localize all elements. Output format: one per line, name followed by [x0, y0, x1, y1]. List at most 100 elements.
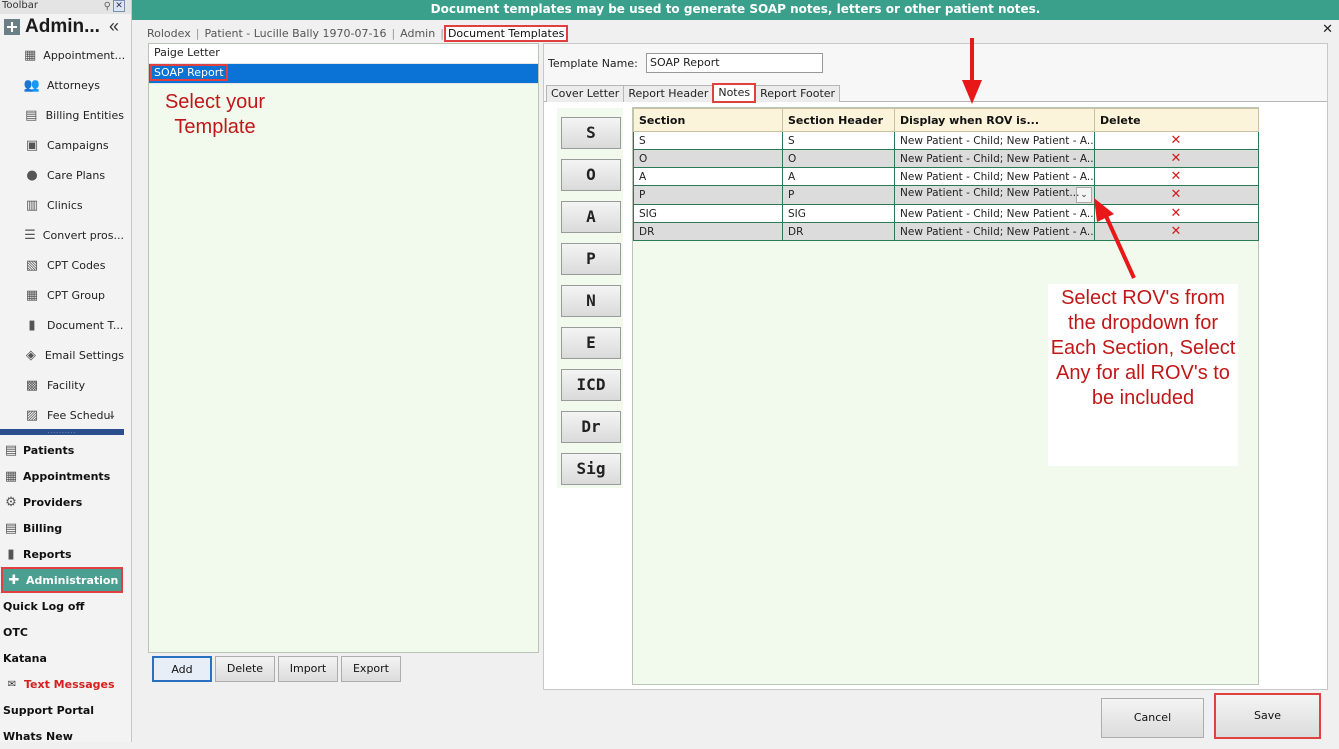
- admin-item-document-t[interactable]: ▮ Document T...: [0, 310, 124, 340]
- admin-item-label: Campaigns: [47, 138, 109, 152]
- admin-item-attorneys[interactable]: 👥 Attorneys: [0, 70, 124, 100]
- nav-otc[interactable]: OTC: [0, 619, 128, 645]
- nav-splitter[interactable]: ..........: [0, 429, 124, 435]
- section-button-o[interactable]: O: [561, 159, 621, 191]
- add-button[interactable]: Add: [152, 656, 212, 682]
- delete-icon[interactable]: ✕: [1171, 133, 1182, 148]
- admin-section-header[interactable]: Admin... «: [0, 14, 131, 40]
- nav-whats-new[interactable]: Whats New: [0, 723, 128, 749]
- delete-cell[interactable]: ✕: [1094, 222, 1259, 241]
- admin-item-email-settings[interactable]: ◈ Email Settings: [0, 340, 124, 370]
- admin-item-cpt-group[interactable]: ▦ CPT Group: [0, 280, 124, 310]
- delete-icon[interactable]: ✕: [1171, 169, 1182, 184]
- template-item-paige-letter[interactable]: Paige Letter: [149, 44, 538, 64]
- section-button-sig[interactable]: Sig: [561, 453, 621, 485]
- section-button-n[interactable]: N: [561, 285, 621, 317]
- toolbar-close-icon[interactable]: ✕: [113, 0, 125, 12]
- close-icon[interactable]: ✕: [1322, 22, 1333, 37]
- section-cell[interactable]: S: [633, 131, 783, 150]
- delete-icon[interactable]: ✕: [1171, 224, 1182, 239]
- collapse-icon[interactable]: «: [109, 16, 119, 37]
- section-button-a[interactable]: A: [561, 201, 621, 233]
- admin-item-appointment[interactable]: ▦ Appointment...: [0, 40, 124, 70]
- export-button[interactable]: Export: [341, 656, 401, 682]
- section-header-cell[interactable]: O: [782, 149, 895, 168]
- section-header-cell[interactable]: P: [782, 185, 895, 205]
- admin-item-label: Clinics: [47, 198, 83, 212]
- column-header-delete[interactable]: Delete: [1094, 108, 1259, 132]
- admin-item-label: CPT Group: [47, 288, 106, 302]
- rov-cell[interactable]: New Patient - Child; New Patient - A...: [894, 131, 1095, 150]
- rov-cell[interactable]: New Patient - Child; New Patient - A...: [894, 222, 1095, 241]
- nav-appointments[interactable]: ▦ Appointments: [0, 463, 128, 489]
- breadcrumb-patient[interactable]: Patient - Lucille Bally 1970-07-16: [199, 27, 391, 40]
- section-cell[interactable]: DR: [633, 222, 783, 241]
- tab-report-footer[interactable]: Report Footer: [755, 85, 841, 102]
- delete-cell[interactable]: ✕: [1094, 131, 1259, 150]
- section-header-cell[interactable]: A: [782, 167, 895, 186]
- section-cell[interactable]: P: [633, 185, 783, 205]
- delete-icon[interactable]: ✕: [1171, 151, 1182, 166]
- admin-item-clinics[interactable]: ▥ Clinics: [0, 190, 124, 220]
- save-button[interactable]: Save: [1214, 693, 1321, 739]
- nav-reports[interactable]: ▮ Reports: [0, 541, 128, 567]
- delete-icon[interactable]: ✕: [1171, 206, 1182, 221]
- admin-item-label: Document T...: [47, 318, 124, 332]
- admin-item-facility[interactable]: ▩ Facility: [0, 370, 124, 400]
- admin-item-cpt-codes[interactable]: ▧ CPT Codes: [0, 250, 124, 280]
- column-header-section[interactable]: Section: [633, 108, 783, 132]
- nav-quick-log-off[interactable]: Quick Log off: [0, 593, 128, 619]
- breadcrumb-rolodex[interactable]: Rolodex: [142, 27, 196, 40]
- admin-item-care-plans[interactable]: ● Care Plans: [0, 160, 124, 190]
- admin-item-billing-entities[interactable]: ▤ Billing Entities: [0, 100, 124, 130]
- cancel-button[interactable]: Cancel: [1101, 698, 1204, 738]
- section-cell[interactable]: A: [633, 167, 783, 186]
- pin-icon[interactable]: ⚲: [104, 1, 111, 13]
- column-header-rov[interactable]: Display when ROV is...: [894, 108, 1095, 132]
- nav-katana[interactable]: Katana: [0, 645, 128, 671]
- section-cell[interactable]: SIG: [633, 204, 783, 223]
- section-header-cell[interactable]: DR: [782, 222, 895, 241]
- nav-support-portal[interactable]: Support Portal: [0, 697, 128, 723]
- delete-icon[interactable]: ✕: [1171, 187, 1182, 202]
- admin-item-campaigns[interactable]: ▣ Campaigns: [0, 130, 124, 160]
- delete-button[interactable]: Delete: [215, 656, 275, 682]
- rov-cell[interactable]: ⌄ New Patient - Child; New Patient...: [894, 185, 1095, 205]
- import-button[interactable]: Import: [278, 656, 338, 682]
- admin-item-convert-pros[interactable]: ☰ Convert pros...: [0, 220, 124, 250]
- delete-cell[interactable]: ✕: [1094, 167, 1259, 186]
- tab-report-header[interactable]: Report Header: [623, 85, 714, 102]
- tab-notes[interactable]: Notes: [712, 83, 757, 103]
- column-header-section-header[interactable]: Section Header: [782, 108, 895, 132]
- delete-cell[interactable]: ✕: [1094, 204, 1259, 223]
- delete-cell[interactable]: ✕: [1094, 185, 1259, 205]
- section-button-e[interactable]: E: [561, 327, 621, 359]
- delete-cell[interactable]: ✕: [1094, 149, 1259, 168]
- section-header-cell[interactable]: S: [782, 131, 895, 150]
- tab-cover-letter[interactable]: Cover Letter: [546, 85, 625, 102]
- template-name-input[interactable]: SOAP Report: [646, 53, 823, 73]
- editor-tabs: Cover Letter Report Header Notes Report …: [546, 83, 841, 103]
- section-button-s[interactable]: S: [561, 117, 621, 149]
- section-button-icd[interactable]: ICD: [561, 369, 621, 401]
- breadcrumb-admin[interactable]: Admin: [395, 27, 440, 40]
- rov-cell[interactable]: New Patient - Child; New Patient - A...: [894, 204, 1095, 223]
- nav-patients[interactable]: ▤ Patients: [0, 437, 128, 463]
- section-button-p[interactable]: P: [561, 243, 621, 275]
- template-item-soap-report[interactable]: SOAP Report: [149, 64, 538, 84]
- breadcrumb-document-templates[interactable]: Document Templates: [443, 24, 569, 42]
- admin-item-fee-schedul[interactable]: ▨ Fee Schedul: [0, 400, 124, 430]
- rov-cell[interactable]: New Patient - Child; New Patient - A...: [894, 167, 1095, 186]
- facility-icon: ▩: [25, 377, 39, 393]
- section-button-dr[interactable]: Dr: [561, 411, 621, 443]
- nav-billing[interactable]: ▤ Billing: [0, 515, 128, 541]
- chevron-down-icon[interactable]: ⌄: [108, 410, 116, 421]
- nav-providers[interactable]: ⚙ Providers: [0, 489, 128, 515]
- nav-label: Text Messages: [24, 677, 115, 691]
- nav-text-messages[interactable]: ✉ Text Messages: [0, 671, 128, 697]
- rov-cell[interactable]: New Patient - Child; New Patient - A...: [894, 149, 1095, 168]
- section-header-cell[interactable]: SIG: [782, 204, 895, 223]
- nav-administration[interactable]: ✚ Administration: [1, 567, 123, 593]
- section-cell[interactable]: O: [633, 149, 783, 168]
- nav-label: Providers: [23, 495, 83, 509]
